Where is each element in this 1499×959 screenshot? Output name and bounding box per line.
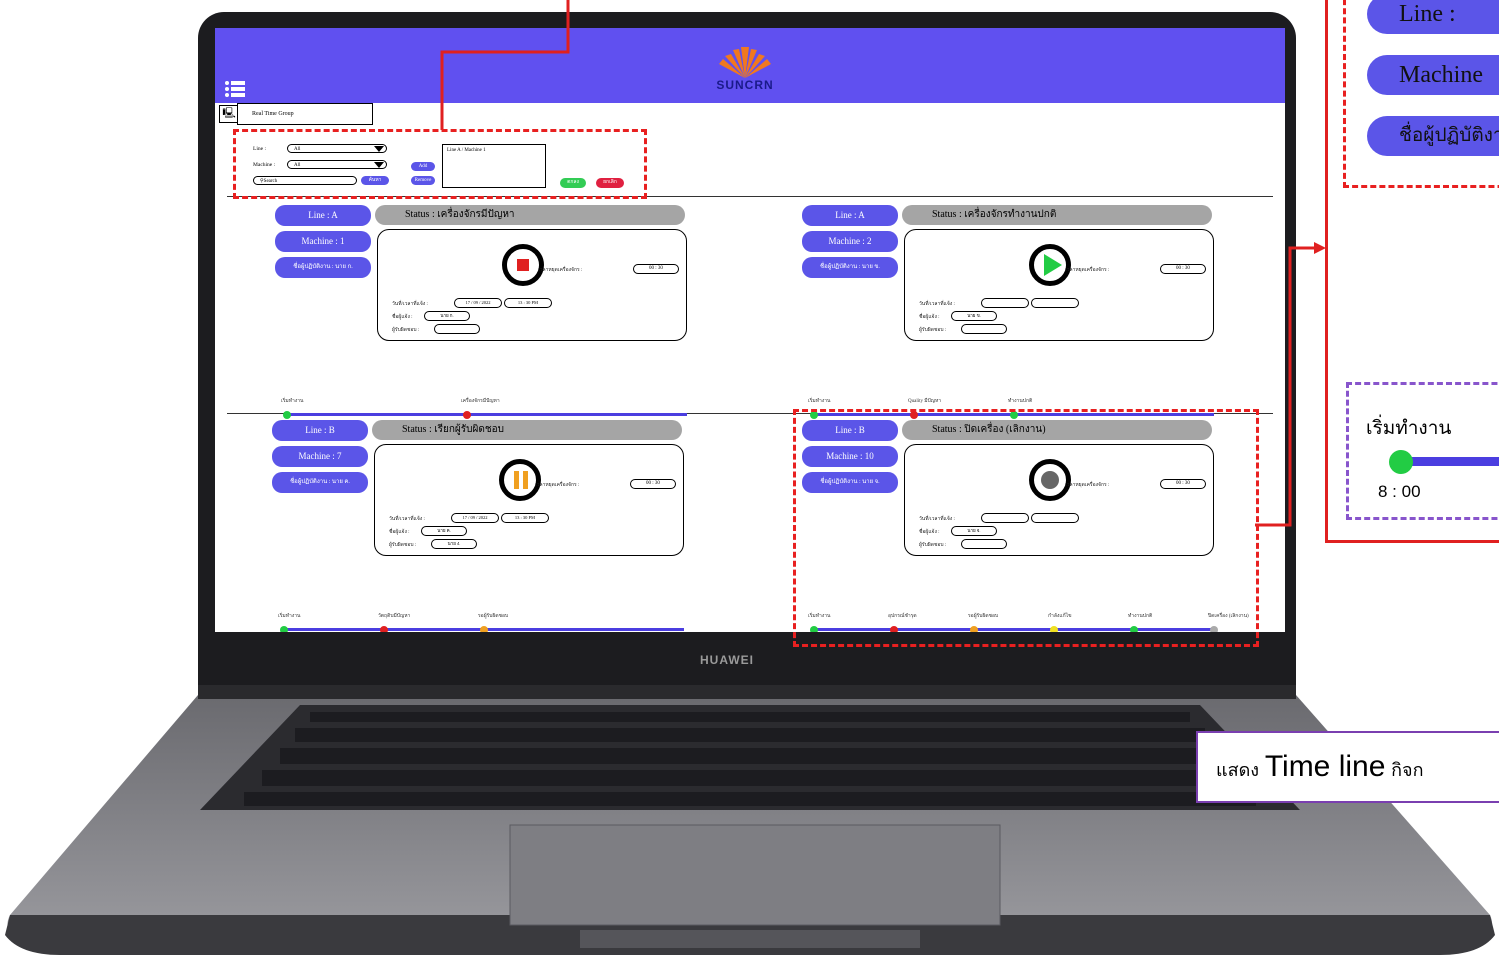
note-suffix: กิจก: [1391, 760, 1424, 781]
note-main: Time line: [1264, 750, 1386, 783]
annotation-connectors: [440, 0, 1326, 527]
filter-highlight: [233, 129, 647, 199]
card-highlight: [793, 409, 1259, 647]
note-prefix: แสดง: [1216, 760, 1260, 781]
timeline-note: แสดง Time line กิจก: [1196, 731, 1499, 803]
